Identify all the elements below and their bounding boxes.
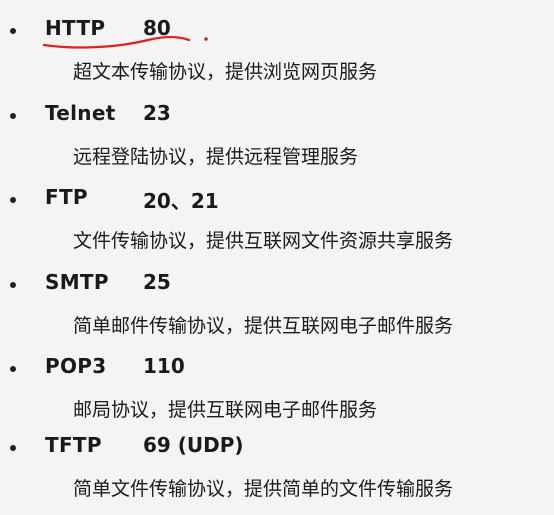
protocol-description: 超文本传输协议，提供浏览网页服务 bbox=[73, 61, 378, 83]
protocol-name: HTTP bbox=[45, 16, 106, 40]
bullet-icon bbox=[10, 113, 16, 119]
list-item-tftp: TFTP 69 (UDP) 简单文件传输协议，提供简单的文件传输服务 bbox=[0, 431, 554, 515]
protocol-name: TFTP bbox=[45, 433, 102, 457]
protocol-port: 23 bbox=[143, 101, 171, 125]
protocol-description: 文件传输协议，提供互联网文件资源共享服务 bbox=[73, 230, 454, 252]
list-item-ftp: FTP 20、21 文件传输协议，提供互联网文件资源共享服务 bbox=[0, 183, 554, 267]
list-item-telnet: Telnet 23 远程登陆协议，提供远程管理服务 bbox=[0, 99, 554, 183]
bullet-icon bbox=[10, 366, 16, 372]
list-item-http: HTTP 80 超文本传输协议，提供浏览网页服务 bbox=[0, 14, 554, 98]
bullet-icon bbox=[10, 282, 16, 288]
protocol-port: 110 bbox=[143, 354, 185, 378]
protocol-port: 80 bbox=[143, 16, 171, 40]
bullet-icon bbox=[10, 197, 16, 203]
protocol-name: SMTP bbox=[45, 270, 109, 294]
protocol-name: POP3 bbox=[45, 354, 107, 378]
protocol-list: HTTP 80 超文本传输协议，提供浏览网页服务 Telnet 23 远程登陆协… bbox=[0, 0, 554, 511]
protocol-port: 20、21 bbox=[143, 189, 219, 213]
protocol-port: 69 (UDP) bbox=[143, 433, 244, 457]
protocol-port: 25 bbox=[143, 270, 171, 294]
protocol-name: Telnet bbox=[45, 101, 116, 125]
protocol-name: FTP bbox=[45, 185, 88, 209]
protocol-description: 简单邮件传输协议，提供互联网电子邮件服务 bbox=[73, 315, 454, 337]
bullet-icon bbox=[10, 28, 16, 34]
bullet-icon bbox=[10, 445, 16, 451]
protocol-description: 邮局协议，提供互联网电子邮件服务 bbox=[73, 399, 378, 421]
list-item-smtp: SMTP 25 简单邮件传输协议，提供互联网电子邮件服务 bbox=[0, 268, 554, 352]
protocol-description: 远程登陆协议，提供远程管理服务 bbox=[73, 146, 359, 168]
protocol-description: 简单文件传输协议，提供简单的文件传输服务 bbox=[73, 478, 454, 500]
list-item-pop3: POP3 110 邮局协议，提供互联网电子邮件服务 bbox=[0, 352, 554, 436]
